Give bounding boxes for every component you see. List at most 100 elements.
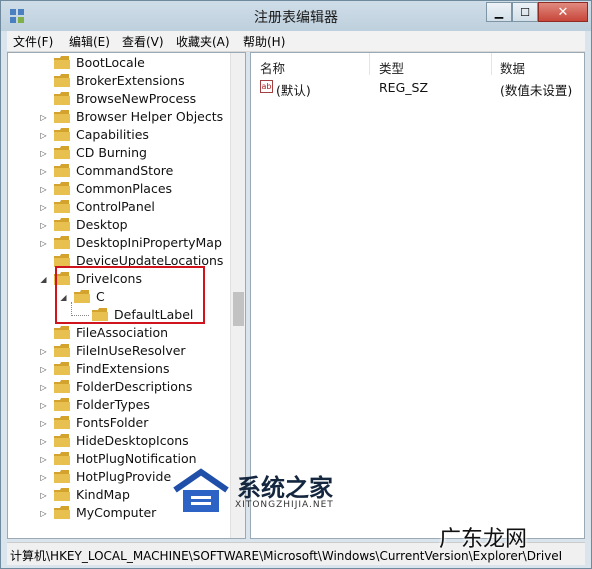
tree-item[interactable]: ▷ FolderDescriptions (8, 378, 230, 396)
tree-item-label: DesktopIniPropertyMap (76, 235, 222, 250)
folder-icon (54, 236, 70, 249)
tree-item[interactable]: ▷ FindExtensions (8, 360, 230, 378)
tree-item[interactable]: ▷ CommandStore (8, 162, 230, 180)
column-header-data[interactable]: 数据 (500, 58, 525, 77)
folder-icon (54, 506, 70, 519)
watermark-brand: 系统之家 (237, 474, 333, 502)
tree-item[interactable]: BootLocale (8, 54, 230, 72)
tree-item[interactable]: ▷ CommonPlaces (8, 180, 230, 198)
close-button[interactable]: ✕ (538, 2, 588, 22)
expand-arrow-icon[interactable]: ▷ (39, 167, 48, 176)
tree-item[interactable]: ▷ Desktop (8, 216, 230, 234)
expand-arrow-icon[interactable]: ▷ (39, 473, 48, 482)
maximize-button[interactable]: ☐ (512, 2, 538, 22)
expand-arrow-icon[interactable]: ▷ (39, 113, 48, 122)
expand-arrow-icon[interactable]: ▷ (39, 185, 48, 194)
column-separator[interactable] (491, 53, 492, 75)
folder-icon (54, 434, 70, 447)
column-separator[interactable] (369, 53, 370, 75)
folder-icon (54, 416, 70, 429)
tree-item-label: FileInUseResolver (76, 343, 186, 358)
expand-arrow-icon[interactable]: ▷ (39, 365, 48, 374)
tree-item[interactable]: BrowseNewProcess (8, 90, 230, 108)
close-icon: ✕ (557, 4, 569, 20)
column-header-name[interactable]: 名称 (260, 58, 285, 77)
tree-item[interactable]: ▷ Capabilities (8, 126, 230, 144)
tree-item[interactable]: ▷ FileInUseResolver (8, 342, 230, 360)
minimize-icon: ▁ (494, 5, 504, 19)
watermark-house-icon (173, 468, 229, 512)
title-bar: 注册表编辑器 ▁ ☐ ✕ (1, 1, 591, 31)
column-header-type[interactable]: 类型 (379, 58, 404, 77)
tree-item[interactable]: ▷ DesktopIniPropertyMap (8, 234, 230, 252)
registry-editor-window: 注册表编辑器 ▁ ☐ ✕ 文件(F) 编辑(E) 查看(V) 收藏夹(A) 帮助… (0, 0, 592, 569)
tree-item-label: FolderTypes (76, 397, 150, 412)
tree-item-label: Browser Helper Objects (76, 109, 224, 124)
tree-item[interactable]: BrokerExtensions (8, 72, 230, 90)
expand-arrow-icon[interactable]: ▷ (39, 401, 48, 410)
tree-item[interactable]: ▷ Browser Helper Objects (8, 108, 230, 126)
folder-icon (54, 128, 70, 141)
tree-item-label: ControlPanel (76, 199, 155, 214)
tree-scrollbar-thumb[interactable] (233, 292, 244, 326)
folder-icon (54, 146, 70, 159)
menu-view[interactable]: 查看(V) (122, 33, 164, 50)
folder-icon (54, 56, 70, 69)
watermark-logo: 系统之家 XITONGZHIJIA.NET (169, 464, 359, 524)
tree-item-label: CommandStore (76, 163, 174, 178)
collapse-arrow-icon[interactable]: ◢ (39, 275, 48, 284)
value-data: (数值未设置) (500, 83, 573, 98)
tree-item-label: CD Burning (76, 145, 147, 160)
expand-arrow-icon[interactable]: ▷ (39, 149, 48, 158)
folder-icon (54, 326, 70, 339)
watermark-site: XITONGZHIJIA.NET (235, 500, 334, 510)
expand-arrow-icon[interactable]: ▷ (39, 419, 48, 428)
tree-item-label: MyComputer (76, 505, 157, 520)
tree-item-label: Desktop (76, 217, 128, 232)
expand-arrow-icon[interactable]: ▷ (39, 239, 48, 248)
string-value-icon: ab (260, 80, 273, 93)
tree-item[interactable]: ▷ ControlPanel (8, 198, 230, 216)
tree-item[interactable]: ▷ FolderTypes (8, 396, 230, 414)
folder-icon (54, 92, 70, 105)
expand-arrow-icon[interactable]: ▷ (39, 221, 48, 230)
tree-item-label: HotPlugProvide (76, 469, 172, 484)
folder-icon (54, 470, 70, 483)
menu-file[interactable]: 文件(F) (13, 33, 53, 50)
menu-bar: 文件(F) 编辑(E) 查看(V) 收藏夹(A) 帮助(H) (7, 31, 585, 52)
folder-icon (54, 380, 70, 393)
menu-favorites[interactable]: 收藏夹(A) (176, 33, 230, 50)
menu-help[interactable]: 帮助(H) (243, 33, 285, 50)
value-type: REG_SZ (379, 80, 429, 95)
tree-item-label: BrowseNewProcess (76, 91, 197, 106)
folder-icon (54, 344, 70, 357)
maximize-icon: ☐ (520, 5, 530, 19)
tree-item[interactable]: ▷ CD Burning (8, 144, 230, 162)
expand-arrow-icon[interactable]: ▷ (39, 383, 48, 392)
tree-item-label: BootLocale (76, 55, 145, 70)
folder-icon (54, 164, 70, 177)
tree-item[interactable]: FileAssociation (8, 324, 230, 342)
expand-arrow-icon[interactable]: ▷ (39, 491, 48, 500)
menu-edit[interactable]: 编辑(E) (69, 33, 110, 50)
tree-item[interactable]: ▷ FontsFolder (8, 414, 230, 432)
expand-arrow-icon[interactable]: ▷ (39, 437, 48, 446)
folder-icon (54, 398, 70, 411)
folder-icon (54, 452, 70, 465)
expand-arrow-icon[interactable]: ▷ (39, 455, 48, 464)
tree-item-label: FontsFolder (76, 415, 149, 430)
tree-item-label: FindExtensions (76, 361, 170, 376)
folder-icon (54, 110, 70, 123)
tree-item-label: FolderDescriptions (76, 379, 193, 394)
tree-item-label: Capabilities (76, 127, 149, 142)
folder-icon (54, 218, 70, 231)
tree-item[interactable]: ▷ HideDesktopIcons (8, 432, 230, 450)
minimize-button[interactable]: ▁ (486, 2, 512, 22)
tree-item-label: KindMap (76, 487, 130, 502)
expand-arrow-icon[interactable]: ▷ (39, 131, 48, 140)
folder-icon (54, 488, 70, 501)
expand-arrow-icon[interactable]: ▷ (39, 203, 48, 212)
expand-arrow-icon[interactable]: ▷ (39, 347, 48, 356)
tree-item-label: HideDesktopIcons (76, 433, 189, 448)
expand-arrow-icon[interactable]: ▷ (39, 509, 48, 518)
